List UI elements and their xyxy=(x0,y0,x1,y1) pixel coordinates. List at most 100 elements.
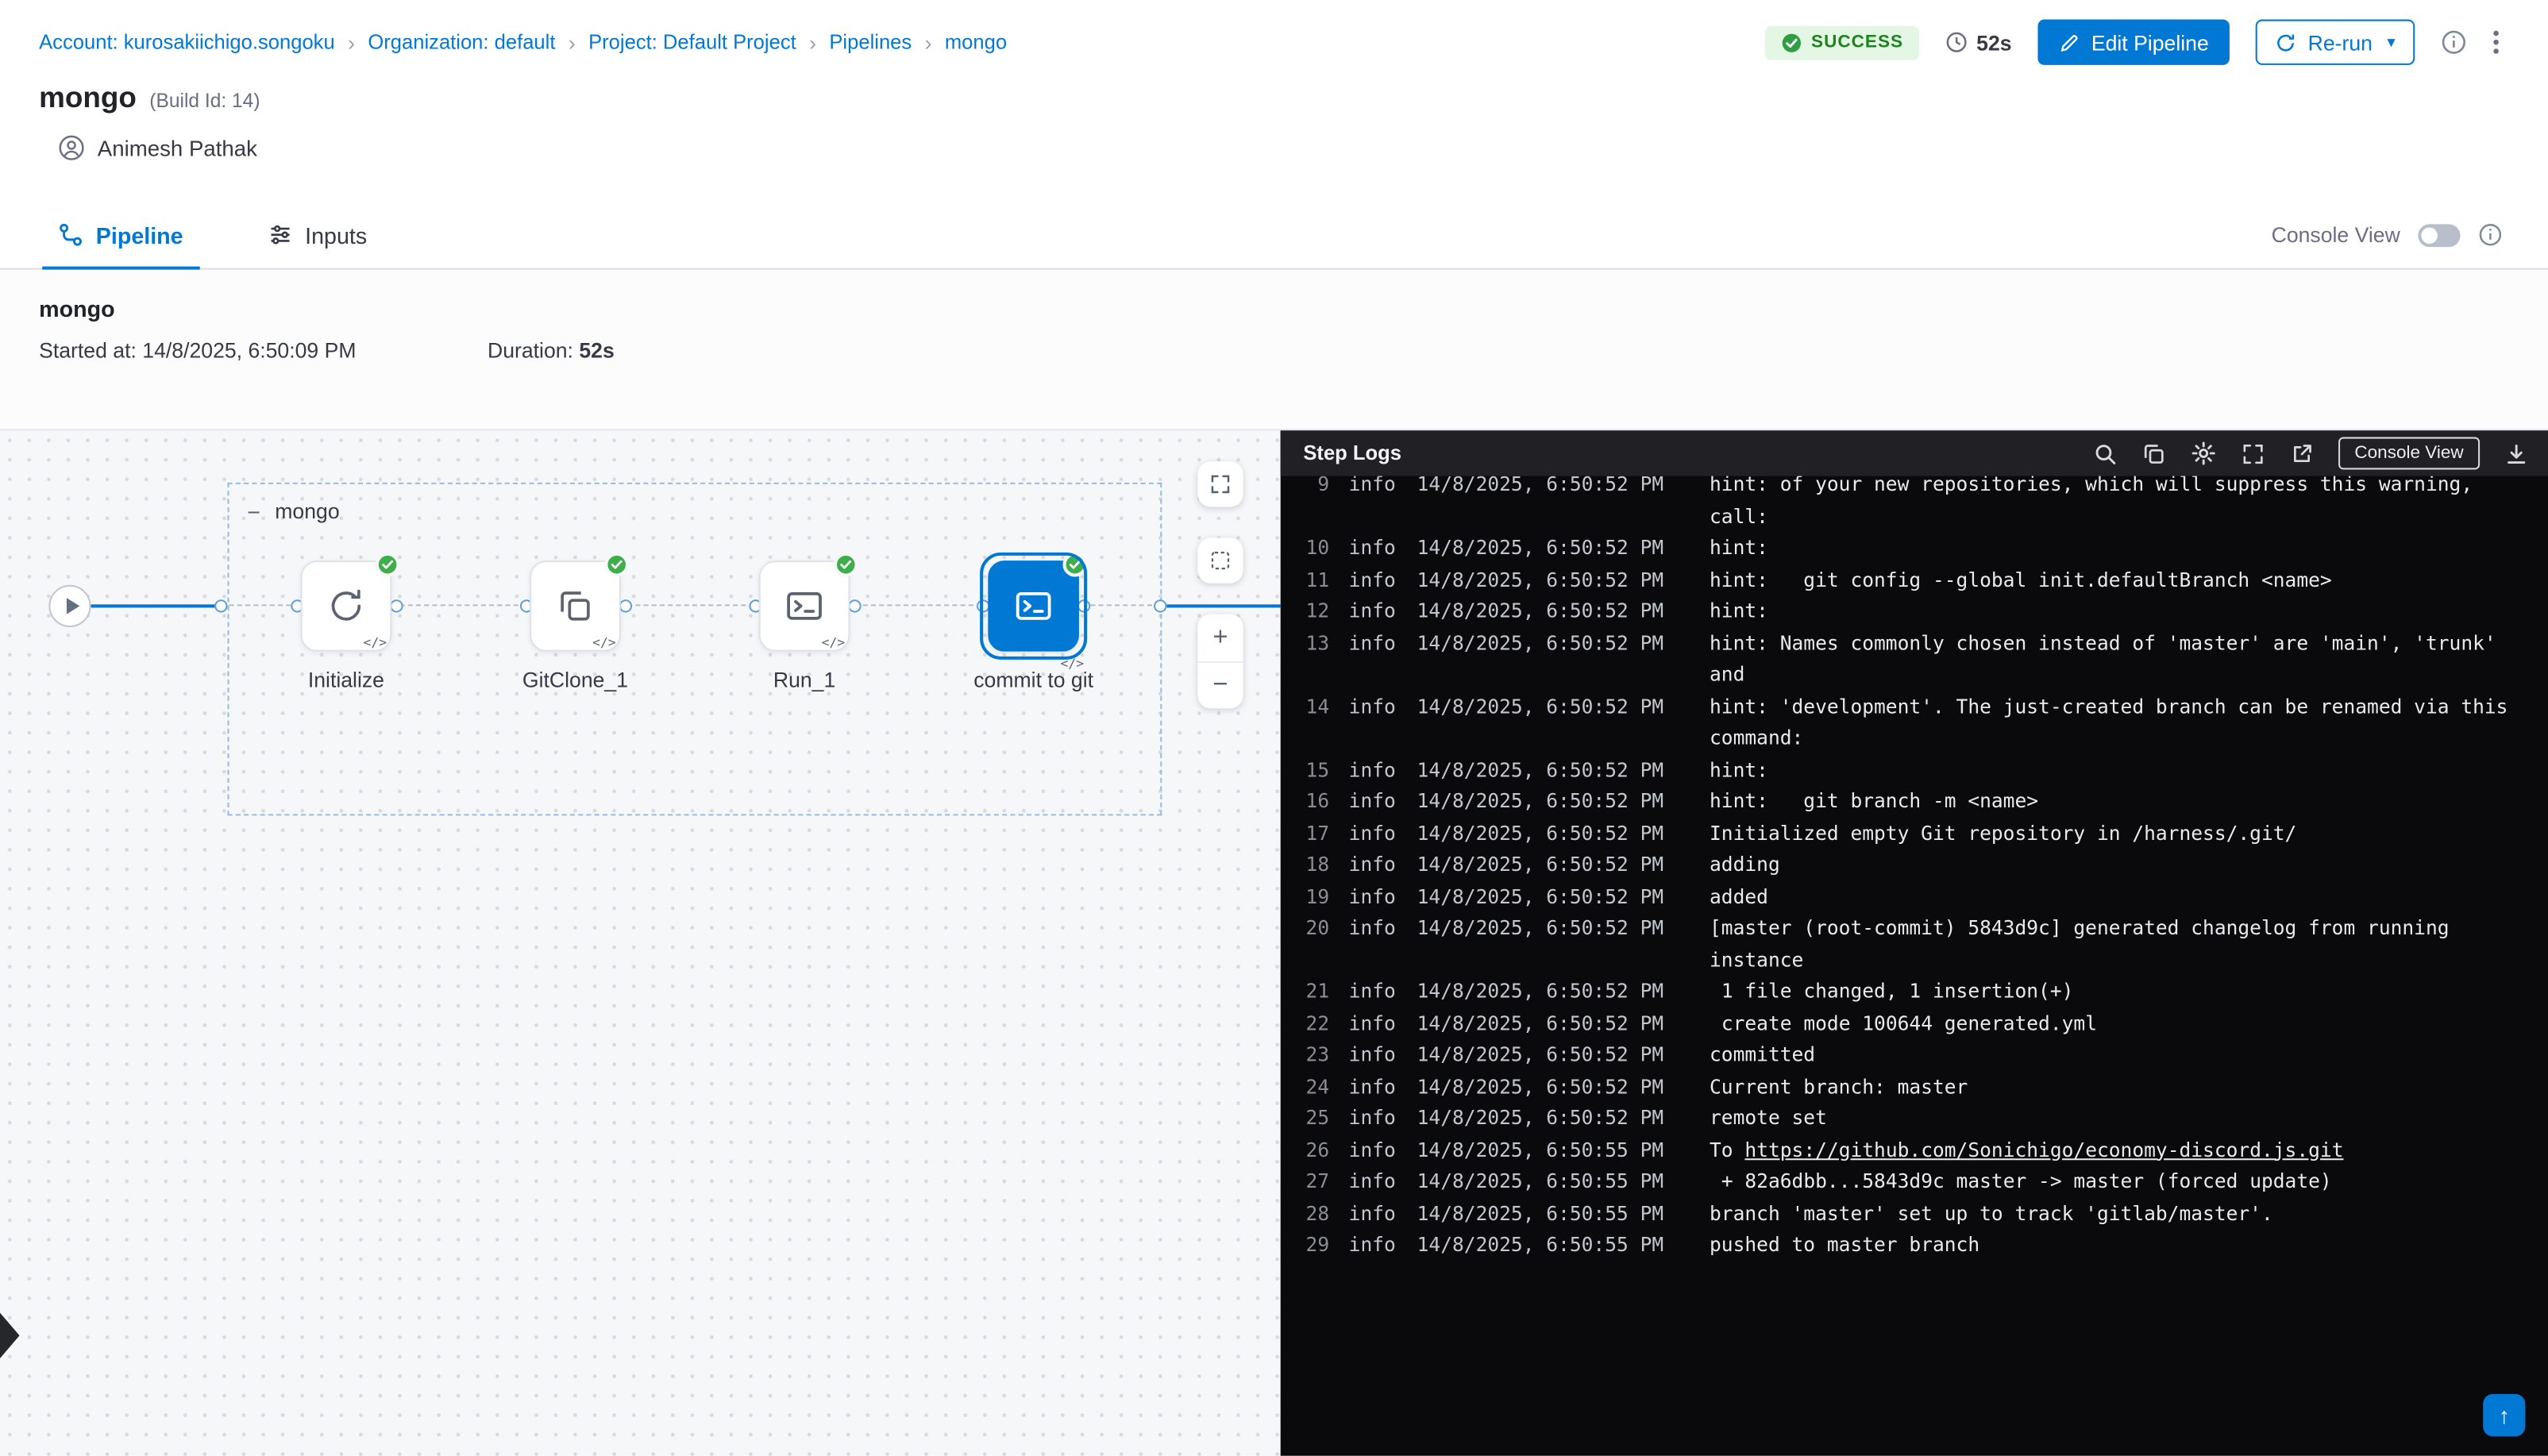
connector-dot xyxy=(1154,599,1166,611)
console-view-toggle[interactable] xyxy=(2418,223,2460,246)
collapse-minus-icon[interactable]: − xyxy=(247,499,260,522)
node-label: GitClone_1 xyxy=(494,668,657,692)
run-name: mongo xyxy=(39,295,2509,322)
sync-icon xyxy=(326,587,365,626)
log-link[interactable]: https://github.com/Sonichigo/economy-dis… xyxy=(1744,1138,2343,1161)
breadcrumb-current-mongo[interactable]: mongo xyxy=(945,31,1007,54)
rerun-icon xyxy=(2276,32,2297,53)
canvas-controls: + − xyxy=(1197,461,1243,708)
code-badge: </> xyxy=(592,635,616,649)
gear-icon[interactable] xyxy=(2191,441,2217,467)
log-row: 15info14/8/2025, 6:50:52 PMhint: xyxy=(1300,755,2525,787)
scroll-to-top-button[interactable]: ↑ xyxy=(2483,1394,2525,1436)
info-icon[interactable] xyxy=(2478,222,2503,247)
log-row: 27info14/8/2025, 6:50:55 PM + 82a6dbb...… xyxy=(1300,1166,2525,1198)
success-check-icon xyxy=(1062,553,1087,577)
step-logs-panel: Step Logs xyxy=(1281,430,2548,1455)
log-row: 18info14/8/2025, 6:50:52 PMadding xyxy=(1300,849,2525,881)
pipeline-icon xyxy=(59,222,83,247)
rerun-button[interactable]: Re-run ▾ xyxy=(2256,20,2415,65)
clock-icon xyxy=(1945,31,1968,54)
breadcrumb-organization[interactable]: Organization: default xyxy=(368,31,555,54)
author-name[interactable]: Animesh Pathak xyxy=(98,136,257,160)
top-bar-actions: SUCCESS 52s Edit Pipeline Re-run ▾ xyxy=(1764,20,2500,65)
pipeline-node-commit-to-git[interactable]: </> commit to git xyxy=(952,560,1115,692)
tab-pipeline[interactable]: Pipeline xyxy=(48,202,193,268)
download-icon[interactable] xyxy=(2504,441,2529,466)
log-row: 19info14/8/2025, 6:50:52 PMadded xyxy=(1300,881,2525,913)
duration-indicator: 52s xyxy=(1945,30,2011,55)
top-bar: Account: kurosakiichigo.songoku › Organi… xyxy=(0,0,2548,84)
info-icon[interactable] xyxy=(2441,29,2467,56)
zoom-in-button[interactable]: + xyxy=(1197,614,1243,661)
start-node[interactable] xyxy=(48,585,91,627)
workspace: − mongo xyxy=(0,430,2548,1455)
log-row: 10info14/8/2025, 6:50:52 PMhint: xyxy=(1300,533,2525,564)
play-icon xyxy=(66,598,79,614)
log-row: 26info14/8/2025, 6:50:55 PMTo https://gi… xyxy=(1300,1135,2525,1167)
pipeline-node-gitclone[interactable]: </> GitClone_1 xyxy=(494,560,657,692)
stage-group-label: mongo xyxy=(275,499,339,523)
rerun-label: Re-run xyxy=(2308,30,2373,55)
code-badge: </> xyxy=(364,635,387,649)
started-at-value: 14/8/2025, 6:50:09 PM xyxy=(142,338,356,363)
edit-pipeline-label: Edit Pipeline xyxy=(2091,30,2209,55)
fullscreen-icon[interactable] xyxy=(1197,461,1243,507)
console-view-label: Console View xyxy=(2272,222,2400,247)
pipeline-node-initialize[interactable]: </> Initialize xyxy=(265,560,428,692)
build-id: (Build Id: 14) xyxy=(149,90,260,113)
panel-collapse-handle[interactable] xyxy=(0,1313,20,1358)
terminal-icon xyxy=(783,585,825,627)
marquee-select-icon[interactable] xyxy=(1197,537,1243,583)
copy-icon[interactable] xyxy=(2141,441,2166,466)
success-check-icon xyxy=(604,553,629,577)
breadcrumb-separator: › xyxy=(569,30,576,55)
started-at-label: Started at: xyxy=(39,338,137,363)
duration-label: Duration: xyxy=(488,338,573,363)
tabs-bar: Pipeline Inputs Console View xyxy=(0,202,2548,270)
log-row: 16info14/8/2025, 6:50:52 PMhint: git bra… xyxy=(1300,787,2525,819)
breadcrumb-pipelines[interactable]: Pipelines xyxy=(829,31,912,54)
log-row: 25info14/8/2025, 6:50:52 PMremote set xyxy=(1300,1104,2525,1135)
success-check-icon xyxy=(834,553,858,577)
pencil-icon xyxy=(2059,32,2080,53)
edit-pipeline-button[interactable]: Edit Pipeline xyxy=(2037,20,2230,65)
log-row: 22info14/8/2025, 6:50:52 PM create mode … xyxy=(1300,1008,2525,1040)
avatar-icon xyxy=(59,135,85,161)
log-row: 14info14/8/2025, 6:50:52 PMhint: 'develo… xyxy=(1300,691,2525,755)
step-logs-header: Step Logs xyxy=(1281,430,2548,476)
breadcrumb-account[interactable]: Account: kurosakiichigo.songoku xyxy=(39,31,335,54)
search-icon[interactable] xyxy=(2093,441,2118,466)
kebab-menu-icon[interactable] xyxy=(2492,29,2499,56)
log-row: 11info14/8/2025, 6:50:52 PMhint: git con… xyxy=(1300,564,2525,596)
breadcrumb-project[interactable]: Project: Default Project xyxy=(588,31,796,54)
log-output[interactable]: 9info14/8/2025, 6:50:52 PMhint: of your … xyxy=(1281,476,2548,1456)
tab-pipeline-label: Pipeline xyxy=(96,221,183,248)
console-view-button[interactable]: Console View xyxy=(2338,437,2480,470)
external-link-icon[interactable] xyxy=(2290,441,2315,466)
connector-dot xyxy=(214,599,227,611)
pipeline-node-run[interactable]: </> Run_1 xyxy=(723,560,886,692)
log-row: 23info14/8/2025, 6:50:52 PMcommitted xyxy=(1300,1040,2525,1072)
log-row: 13info14/8/2025, 6:50:52 PMhint: Names c… xyxy=(1300,628,2525,691)
log-row: 28info14/8/2025, 6:50:55 PMbranch 'maste… xyxy=(1300,1198,2525,1230)
title-block: mongo (Build Id: 14) Animesh Pathak xyxy=(39,81,260,160)
flow-connector-solid xyxy=(91,604,222,607)
chevron-down-icon[interactable]: ▾ xyxy=(2387,33,2395,52)
duration-value: 52s xyxy=(1976,30,2011,55)
zoom-out-button[interactable]: − xyxy=(1197,661,1243,708)
status-badge: SUCCESS xyxy=(1764,25,1920,60)
step-logs-title: Step Logs xyxy=(1303,442,1401,465)
log-row: 29info14/8/2025, 6:50:55 PMpushed to mas… xyxy=(1300,1230,2525,1261)
log-row: 20info14/8/2025, 6:50:52 PM[master (root… xyxy=(1300,913,2525,976)
breadcrumb-separator: › xyxy=(348,30,355,55)
tab-inputs[interactable]: Inputs xyxy=(258,202,377,268)
breadcrumb-separator: › xyxy=(809,30,816,55)
log-row: 24info14/8/2025, 6:50:52 PMCurrent branc… xyxy=(1300,1072,2525,1104)
page-title: mongo xyxy=(39,81,137,115)
clone-icon xyxy=(556,587,595,626)
terminal-icon xyxy=(1012,585,1054,627)
pipeline-canvas[interactable]: − mongo xyxy=(0,430,1281,1455)
breadcrumb-separator: › xyxy=(925,30,932,55)
expand-icon[interactable] xyxy=(2241,441,2265,466)
